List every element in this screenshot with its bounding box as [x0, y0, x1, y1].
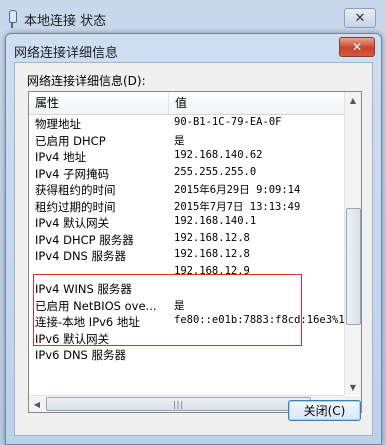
table-row[interactable]: IPv4 地址 192.168.140.62 — [29, 149, 345, 166]
vertical-scrollbar[interactable]: ▲ ▼ — [344, 92, 361, 395]
row-property: IPv4 地址 — [35, 150, 87, 164]
row-property: 已启用 DHCP — [35, 133, 106, 148]
row-value: 2015年7月7日 13:13:49 — [174, 200, 301, 213]
horizontal-scroll-thumb[interactable]: ||| — [46, 397, 311, 411]
row-value: 2015年6月29日 9:09:14 — [174, 184, 301, 196]
back-window-close-button[interactable]: ✕ — [344, 8, 376, 28]
row-property: IPv4 DHCP 服务器 — [35, 232, 134, 247]
row-value: 192.168.12.8 — [174, 248, 250, 260]
column-header: 属性 值 — [29, 92, 345, 115]
network-details-dialog: 网络连接详细信息 ✕ 网络连接详细信息(D): 属性 值 物理地址 90-B1-1… — [5, 33, 382, 445]
row-value: 255.255.255.0 — [174, 165, 257, 178]
dialog-title: 网络连接详细信息 — [14, 46, 119, 61]
table-row[interactable]: 已启用 DHCP 是 — [29, 133, 345, 150]
scroll-down-icon[interactable]: ▼ — [345, 379, 361, 395]
row-property: 物理地址 — [35, 117, 81, 131]
details-section-label: 网络连接详细信息(D): — [27, 74, 146, 88]
dialog-body: 网络连接详细信息(D): 属性 值 物理地址 90-B1-1C-79-EA-0F 已… — [14, 62, 373, 436]
table-row[interactable]: IPv6 DNS 服务器 — [29, 347, 345, 364]
row-property: IPv4 DNS 服务器 — [35, 249, 127, 263]
table-row[interactable]: IPv4 子网掩码 255.255.255.0 — [29, 166, 345, 183]
table-row[interactable]: 物理地址 90-B1-1C-79-EA-0F — [29, 116, 345, 133]
row-property: 获得租约的时间 — [35, 183, 116, 197]
row-property: IPv4 子网掩码 — [35, 166, 110, 181]
table-row[interactable]: IPv4 DHCP 服务器 192.168.12.8 — [29, 232, 345, 249]
network-plug-icon — [6, 10, 18, 28]
details-listview[interactable]: 属性 值 物理地址 90-B1-1C-79-EA-0F 已启用 DHCP 是 IPv4 … — [28, 91, 362, 413]
row-value — [168, 347, 344, 364]
close-button[interactable]: 关闭(C) — [288, 400, 361, 421]
table-row[interactable]: IPv4 默认网关 192.168.140.1 — [29, 215, 345, 232]
scroll-left-icon[interactable]: ◀ — [29, 396, 45, 412]
vertical-scroll-thumb[interactable] — [346, 208, 361, 325]
row-value: 是 — [174, 134, 185, 147]
table-row[interactable]: IPv4 DNS 服务器 192.168.12.8 — [29, 248, 345, 265]
row-value: 192.168.12.8 — [174, 231, 250, 244]
row-property: IPv6 DNS 服务器 — [35, 348, 127, 362]
row-value: 192.168.140.1 — [174, 215, 257, 227]
highlight-box — [33, 274, 302, 346]
back-window-titlebar: 本地连接 状态 — [6, 9, 106, 29]
row-value: 90-B1-1C-79-EA-0F — [174, 116, 282, 128]
row-property: 租约过期的时间 — [35, 199, 116, 214]
table-row[interactable]: 租约过期的时间 2015年7月7日 13:13:49 — [29, 199, 345, 216]
row-value: 192.168.140.62 — [174, 149, 263, 161]
table-row[interactable]: 获得租约的时间 2015年6月29日 9:09:14 — [29, 182, 345, 199]
scroll-up-icon[interactable]: ▲ — [345, 92, 361, 108]
column-header-value[interactable]: 值 — [169, 92, 187, 114]
column-header-property[interactable]: 属性 — [29, 92, 169, 114]
back-window-title: 本地连接 状态 — [24, 13, 107, 29]
row-property: IPv4 默认网关 — [35, 216, 110, 230]
dialog-close-button[interactable]: ✕ — [339, 37, 375, 57]
